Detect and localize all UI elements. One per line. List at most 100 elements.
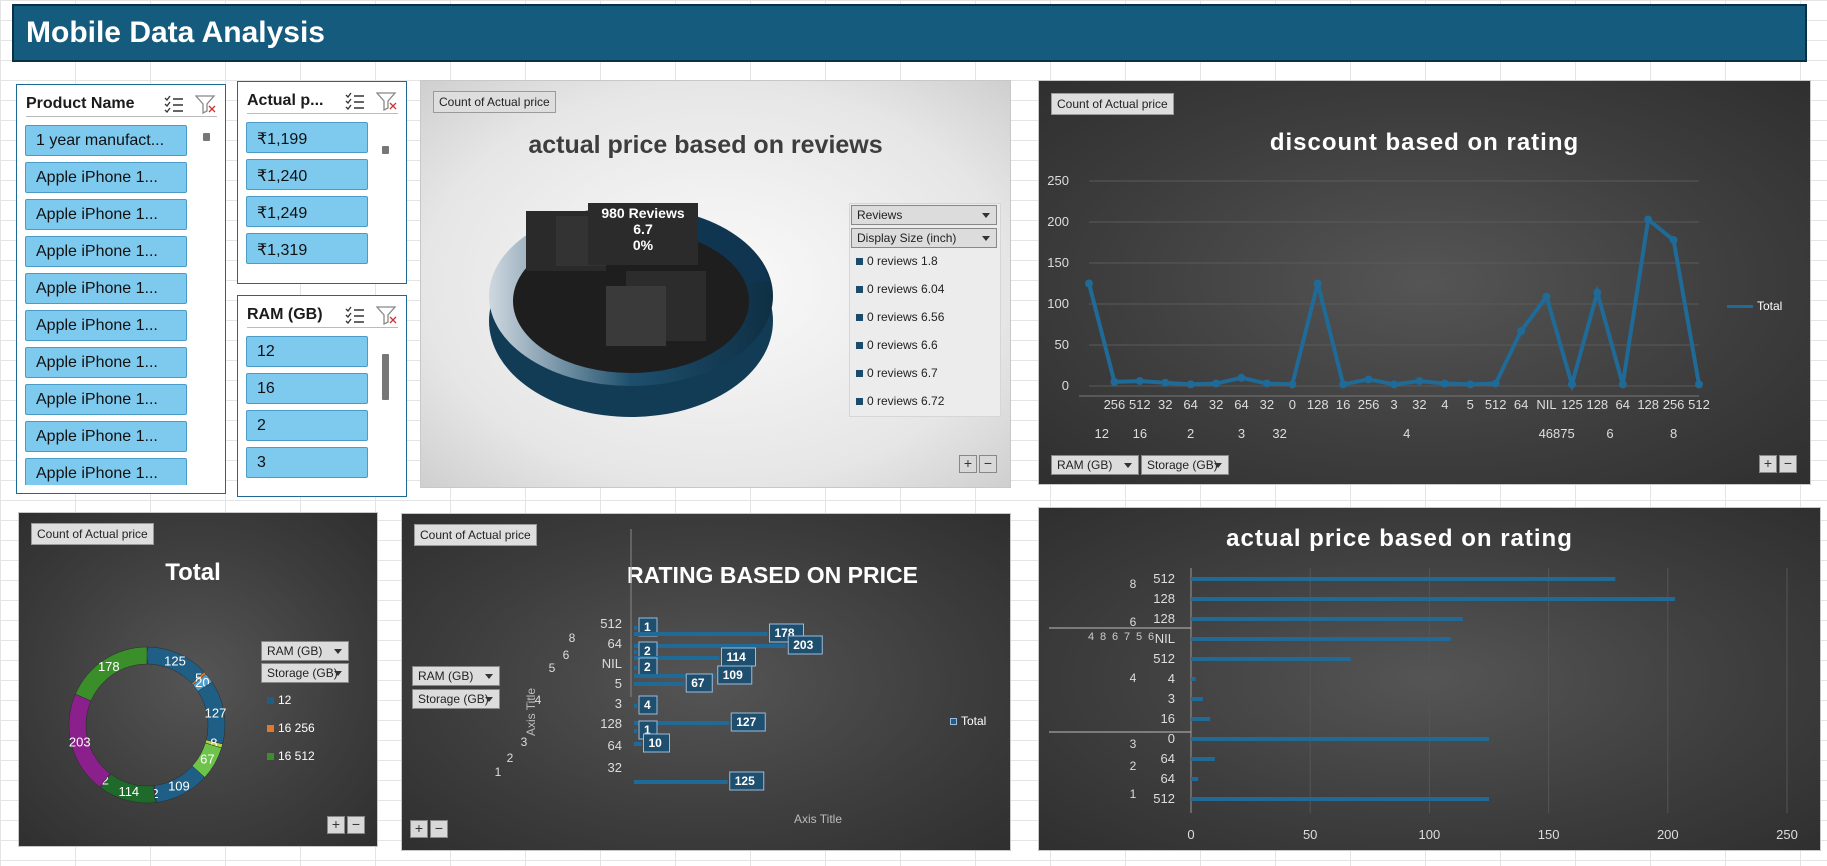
slicer-item[interactable]: Apple iPhone 1... xyxy=(25,310,187,341)
slicer-item[interactable]: Apple iPhone 1... xyxy=(25,384,187,415)
field-button[interactable]: Count of Actual price xyxy=(433,91,556,113)
slicer-item[interactable]: Apple iPhone 1... xyxy=(25,421,187,452)
data-point xyxy=(1669,236,1678,245)
slicer-item[interactable]: 3 xyxy=(246,447,368,478)
expand-button[interactable]: + xyxy=(410,820,428,838)
slicer-item[interactable]: 16 xyxy=(246,373,368,404)
multi-select-icon[interactable] xyxy=(163,94,185,114)
legend-entry: 16 512 xyxy=(267,749,315,763)
y-cat-label: 4 xyxy=(1168,671,1175,686)
legend-entry: Total xyxy=(950,714,986,728)
filter-dropdown-display-size[interactable]: Display Size (inch) xyxy=(851,228,997,248)
collapse-button[interactable]: − xyxy=(1779,455,1797,473)
bar xyxy=(1191,677,1196,681)
y-cat-label: 16 xyxy=(1161,711,1175,726)
chart-panel-reviews[interactable]: Count of Actual price actual price based… xyxy=(420,80,1011,488)
legend-entry: Total xyxy=(1727,299,1782,313)
chart-panel-discount[interactable]: Count of Actual price discount based on … xyxy=(1038,80,1811,485)
legend-entry: 12 xyxy=(267,693,291,707)
filter-dropdown-ram[interactable]: RAM (GB) xyxy=(412,666,500,686)
filter-dropdown-storage[interactable]: Storage (GB) xyxy=(412,689,500,709)
bar xyxy=(1191,777,1199,781)
hbar-chart[interactable]: 0 50 100 150 200 250512128128NIL5124316064645… xyxy=(1039,508,1822,852)
x-tick-label: 16 xyxy=(1336,397,1350,412)
chart-panel-rating-price[interactable]: Count of Actual price RATING BASED ON PR… xyxy=(401,513,1011,851)
data-label: 10 xyxy=(649,736,663,750)
data-point xyxy=(1466,380,1475,389)
slicer-item[interactable]: Apple iPhone 1... xyxy=(25,162,187,193)
clear-filter-icon[interactable] xyxy=(195,94,217,114)
x-axis-title: Axis Title xyxy=(794,812,843,826)
legend-swatch xyxy=(267,725,274,733)
x-tick-label: 0 xyxy=(1289,397,1296,412)
collapse-button[interactable]: − xyxy=(430,820,448,838)
bar xyxy=(1191,637,1451,641)
slicer-scrollbar[interactable] xyxy=(382,336,390,486)
data-point xyxy=(1212,379,1221,388)
multi-select-icon[interactable] xyxy=(344,305,366,325)
x-tick-label: 125 xyxy=(1561,397,1583,412)
slicer-item[interactable]: Apple iPhone 1... xyxy=(25,236,187,267)
slicer-ram[interactable]: RAM (GB) 12 16 2 3 xyxy=(237,295,407,497)
data-point xyxy=(1618,380,1627,389)
data-point xyxy=(1644,215,1653,224)
x-tick-label: 512 xyxy=(1129,397,1151,412)
slicer-actual-price[interactable]: Actual p... ₹1,199 ₹1,240 ₹1,249 ₹1,319 xyxy=(237,81,407,284)
slicer-product-name[interactable]: Product Name 1 year manufact... Apple iP… xyxy=(16,84,226,494)
data-label-overlay: 980 Reviews 6.7 0% xyxy=(588,203,698,265)
slicer-item[interactable]: ₹1,319 xyxy=(246,233,368,264)
x-tick-label: 64 xyxy=(1234,397,1248,412)
clear-filter-icon[interactable] xyxy=(376,305,398,325)
filter-dropdown-ram[interactable]: RAM (GB) xyxy=(1051,455,1139,475)
legend-swatch xyxy=(267,753,274,761)
x-tick-label: 128 xyxy=(1637,397,1659,412)
slicer-item[interactable]: 2 xyxy=(246,410,368,441)
chart-panel-total[interactable]: Count of Actual price Total 112552012786… xyxy=(18,512,378,847)
overlay-line: 980 Reviews xyxy=(601,205,685,221)
chart-panel-price-rating[interactable]: actual price based on rating 0 50 100 150 20… xyxy=(1038,507,1821,851)
x-group-label: 2 xyxy=(1187,426,1194,441)
slicer-item[interactable]: Apple iPhone 1... xyxy=(25,273,187,304)
slicer-item[interactable]: Apple iPhone 1... xyxy=(25,347,187,378)
expand-button[interactable]: + xyxy=(327,816,345,834)
data-label: 67 xyxy=(691,676,705,690)
x-tick-label: 256 xyxy=(1663,397,1685,412)
expand-button[interactable]: + xyxy=(959,455,977,473)
bar xyxy=(634,742,642,746)
y-group-label: 6 xyxy=(1148,631,1154,643)
filter-dropdown-reviews[interactable]: Reviews xyxy=(851,205,997,225)
y-tick-label: 200 xyxy=(1047,214,1069,229)
data-point xyxy=(1390,380,1398,389)
bar xyxy=(634,780,728,784)
filter-dropdown-storage[interactable]: Storage (GB) xyxy=(1141,455,1229,475)
y-cat-label: 512 xyxy=(600,616,622,631)
slicer-item[interactable]: Apple iPhone 1... xyxy=(25,458,187,485)
data-label: 2 xyxy=(644,644,651,658)
slicer-item[interactable]: ₹1,240 xyxy=(246,159,368,190)
multi-select-icon[interactable] xyxy=(344,91,366,111)
y-cat-label: 3 xyxy=(1168,691,1175,706)
filter-dropdown-storage[interactable]: Storage (GB) xyxy=(261,663,349,683)
collapse-button[interactable]: − xyxy=(347,816,365,834)
slicer-item[interactable]: ₹1,249 xyxy=(246,196,368,227)
y-tick-label: 0 xyxy=(1062,378,1069,393)
x-group-label: 32 xyxy=(1272,426,1286,441)
data-point xyxy=(1085,279,1093,288)
x-tick-label: 0 xyxy=(1187,827,1194,842)
filter-dropdown-ram[interactable]: RAM (GB) xyxy=(261,641,349,661)
legend-entry: 0 reviews 6.7 xyxy=(856,366,938,380)
slicer-scrollbar[interactable] xyxy=(203,125,211,485)
slicer-item[interactable]: Apple iPhone 1... xyxy=(25,199,187,230)
expand-button[interactable]: + xyxy=(1759,455,1777,473)
slicer-item[interactable]: ₹1,199 xyxy=(246,122,368,153)
slicer-item[interactable]: 12 xyxy=(246,336,368,367)
bar xyxy=(1191,657,1351,661)
legend-entry: 0 reviews 6.56 xyxy=(856,310,944,324)
bar xyxy=(1191,757,1215,761)
collapse-button[interactable]: − xyxy=(979,455,997,473)
slicer-item[interactable]: 1 year manufact... xyxy=(25,125,187,156)
slicer-scrollbar[interactable] xyxy=(382,122,390,272)
data-label: 1 xyxy=(644,620,651,634)
clear-filter-icon[interactable] xyxy=(376,91,398,111)
line-chart[interactable]: 250200150100500256 512 32 64 32 64 32 0 128 16 256… xyxy=(1039,81,1812,486)
